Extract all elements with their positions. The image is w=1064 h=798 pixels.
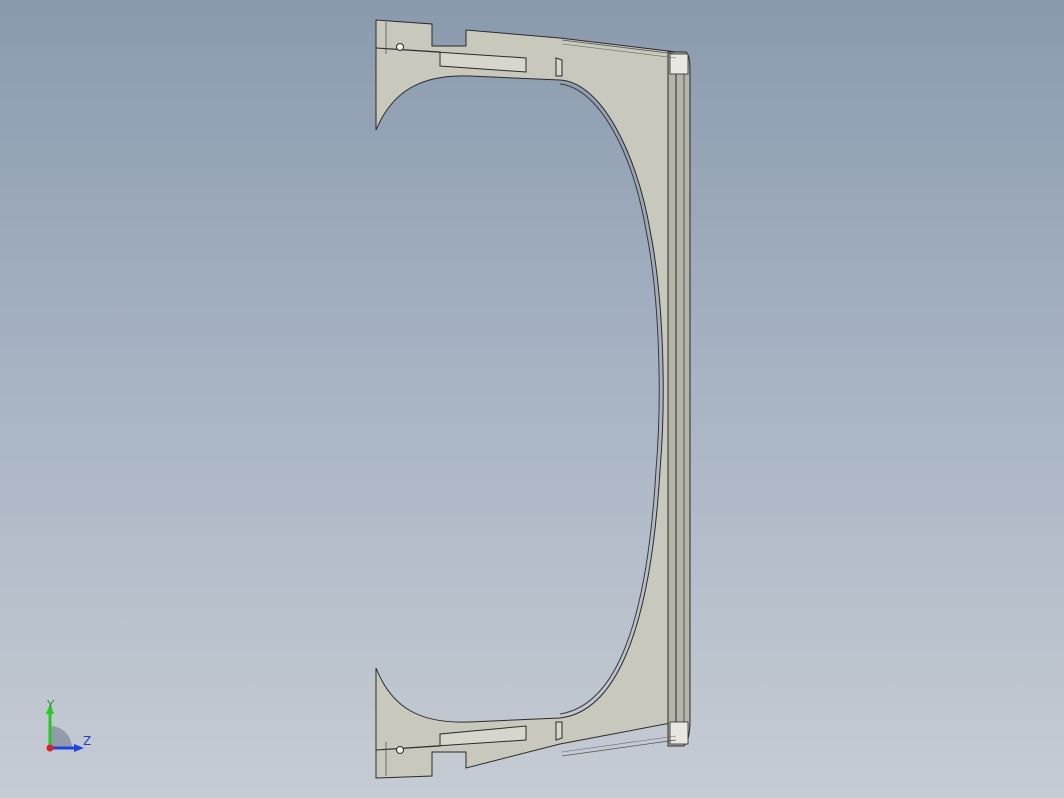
bottom-mount-hole — [396, 746, 404, 754]
y-axis-label: Y — [47, 698, 55, 712]
triad-graphic — [46, 704, 84, 752]
frame-plate — [375, 19, 677, 779]
top-mount-hole — [396, 43, 404, 51]
graphics-viewport[interactable]: Y Z — [0, 0, 1064, 798]
top-notch — [555, 57, 563, 77]
bottom-notch — [555, 721, 563, 741]
part-model[interactable] — [0, 0, 1064, 798]
frame-right-rim — [667, 51, 691, 747]
axis-triad: Y Z — [36, 698, 100, 758]
z-axis-label: Z — [83, 734, 92, 748]
